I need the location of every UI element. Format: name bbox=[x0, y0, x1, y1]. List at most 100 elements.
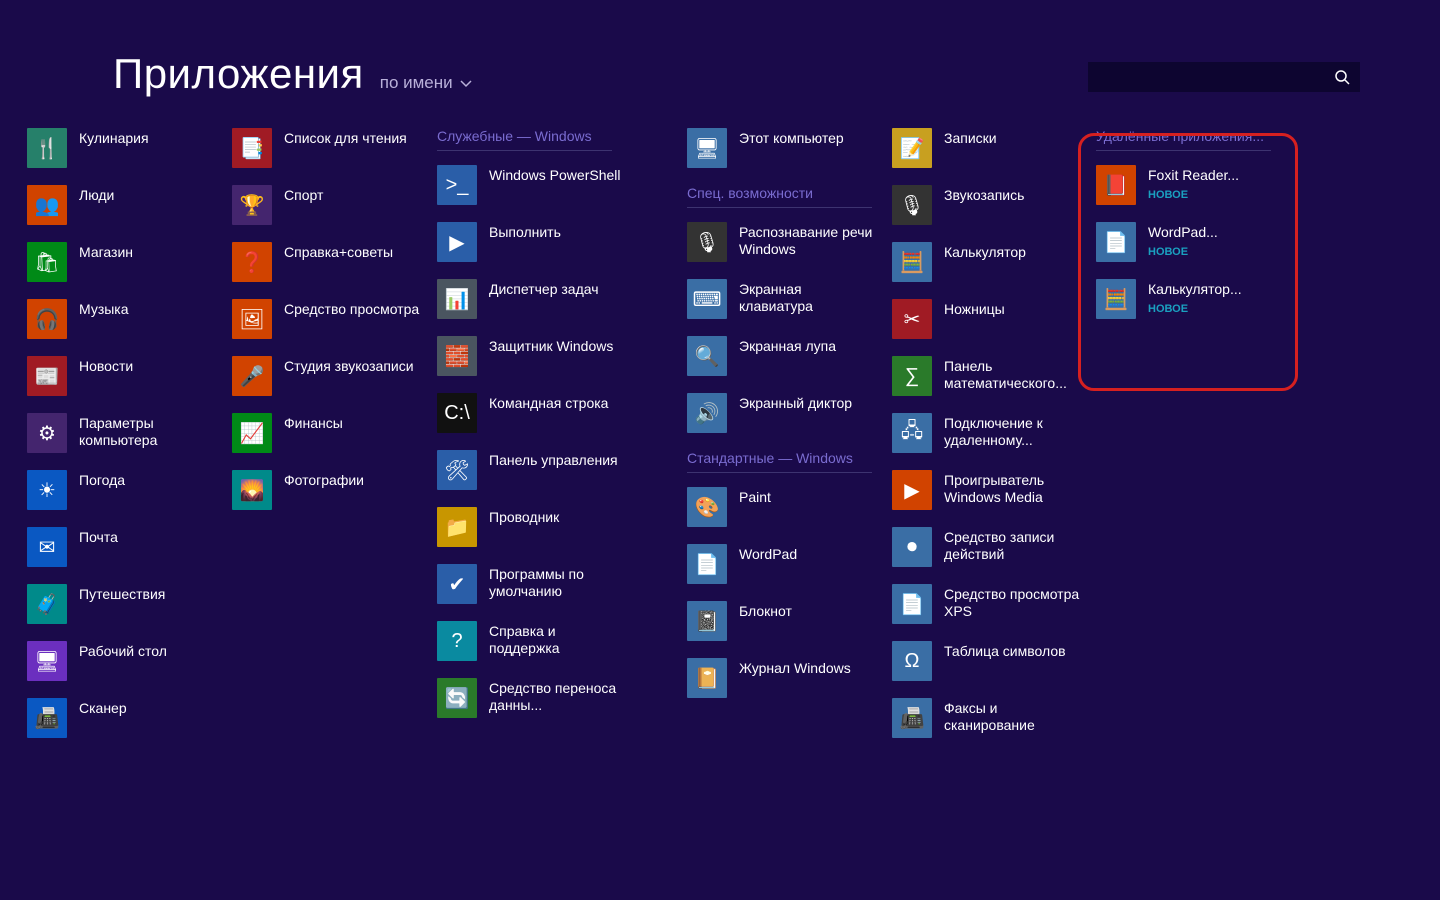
app-tile[interactable]: ✉Почта bbox=[27, 527, 232, 584]
app-tile[interactable]: ∑Панель математического... bbox=[892, 356, 1092, 413]
app-label: Таблица символов bbox=[944, 643, 1066, 660]
app-label: Путешествия bbox=[79, 586, 165, 603]
app-icon: 🖥 bbox=[687, 128, 727, 168]
app-icon: 📠 bbox=[892, 698, 932, 738]
app-label: Звукозапись bbox=[944, 187, 1024, 204]
search-input[interactable] bbox=[1088, 62, 1360, 92]
app-tile[interactable]: 🧱Защитник Windows bbox=[437, 336, 687, 393]
app-icon: 🖥 bbox=[27, 641, 67, 681]
app-tile[interactable]: 🍴 Кулинария bbox=[27, 128, 232, 185]
app-label: Панель управления bbox=[489, 452, 618, 469]
app-tile[interactable]: ❓Справка+советы bbox=[232, 242, 437, 299]
app-tile[interactable]: ▶Проигрыватель Windows Media bbox=[892, 470, 1092, 527]
app-tile[interactable]: 🧳Путешествия bbox=[27, 584, 232, 641]
app-icon: 🎨 bbox=[687, 487, 727, 527]
app-tile[interactable]: 📈Финансы bbox=[232, 413, 437, 470]
app-tile[interactable]: 🛠 Панель управления bbox=[437, 450, 687, 507]
app-tile[interactable]: 📠 Факсы и сканирование bbox=[892, 698, 1092, 755]
app-icon: 📝 bbox=[892, 128, 932, 168]
app-icon: ∑ bbox=[892, 356, 932, 396]
app-icon: 🎙 bbox=[892, 185, 932, 225]
app-icon: 📊 bbox=[437, 279, 477, 319]
app-tile[interactable]: 🎧 Музыка bbox=[27, 299, 232, 356]
app-tile[interactable]: 🖼Средство просмотра bbox=[232, 299, 437, 356]
app-tile[interactable]: 👥Люди bbox=[27, 185, 232, 242]
app-label: Этот компьютер bbox=[739, 130, 844, 147]
app-label: Блокнот bbox=[739, 603, 792, 620]
app-tile[interactable]: 🔊Экранный диктор bbox=[687, 393, 892, 450]
app-label: Музыка bbox=[79, 301, 129, 318]
app-tile[interactable]: ⚙Параметры компьютера bbox=[27, 413, 232, 470]
app-tile[interactable]: 🖥 Этот компьютер bbox=[687, 128, 892, 185]
group-header-system: Служебные — Windows bbox=[437, 128, 612, 151]
app-tile[interactable]: ⌨Экранная клавиатура bbox=[687, 279, 892, 336]
app-tile[interactable]: ? Справка и поддержка bbox=[437, 621, 687, 678]
app-tile[interactable]: 🔄Средство переноса данны... bbox=[437, 678, 687, 735]
app-label: Факсы и сканирование bbox=[944, 700, 1084, 734]
app-tile[interactable]: 🛍Магазин bbox=[27, 242, 232, 299]
app-tile[interactable]: 🔍Экранная лупа bbox=[687, 336, 892, 393]
app-icon: 🔊 bbox=[687, 393, 727, 433]
app-tile[interactable]: 📑Список для чтения bbox=[232, 128, 437, 185]
app-label: Почта bbox=[79, 529, 118, 546]
app-label: Фотографии bbox=[284, 472, 364, 489]
app-tile[interactable]: 📝Записки bbox=[892, 128, 1092, 185]
app-tile[interactable]: 📁Проводник bbox=[437, 507, 687, 564]
app-tile[interactable]: 🎙 Звукозапись bbox=[892, 185, 1092, 242]
app-icon: ⚙ bbox=[27, 413, 67, 453]
app-label: Командная строка bbox=[489, 395, 608, 412]
app-label: Проигрыватель Windows Media bbox=[944, 472, 1084, 506]
app-tile[interactable]: 🌄Фотографии bbox=[232, 470, 437, 527]
app-tile[interactable]: Ω Таблица символов bbox=[892, 641, 1092, 698]
app-icon: 📰 bbox=[27, 356, 67, 396]
highlight-box bbox=[1078, 133, 1298, 391]
app-icon: ▶ bbox=[437, 222, 477, 262]
app-icon: 📔 bbox=[687, 658, 727, 698]
app-label: Средство просмотра bbox=[284, 301, 419, 318]
app-label: Диспетчер задач bbox=[489, 281, 599, 298]
app-label: Справка и поддержка bbox=[489, 623, 629, 657]
app-tile[interactable]: 🖧Подключение к удаленному... bbox=[892, 413, 1092, 470]
app-label: Студия звукозаписи bbox=[284, 358, 414, 375]
app-tile[interactable]: >_Windows PowerShell bbox=[437, 165, 687, 222]
app-icon: 📁 bbox=[437, 507, 477, 547]
app-icon: ✔ bbox=[437, 564, 477, 604]
app-icon: 🖧 bbox=[892, 413, 932, 453]
app-tile[interactable]: ✔ Программы по умолчанию bbox=[437, 564, 687, 621]
app-tile[interactable]: ⏺Средство записи действий bbox=[892, 527, 1092, 584]
app-icon: 🎧 bbox=[27, 299, 67, 339]
app-label: Программы по умолчанию bbox=[489, 566, 629, 600]
app-label: Защитник Windows bbox=[489, 338, 613, 355]
app-icon: 🛍 bbox=[27, 242, 67, 282]
app-tile[interactable]: 🎨Paint bbox=[687, 487, 892, 544]
app-tile[interactable]: ✂Ножницы bbox=[892, 299, 1092, 356]
app-tile[interactable]: 🎙Распознавание речи Windows bbox=[687, 222, 892, 279]
app-icon: 🍴 bbox=[27, 128, 67, 168]
app-label: Сканер bbox=[79, 700, 127, 717]
app-tile[interactable]: 🧮Калькулятор bbox=[892, 242, 1092, 299]
app-tile[interactable]: 📊 Диспетчер задач bbox=[437, 279, 687, 336]
app-tile[interactable]: 📄Средство просмотра XPS bbox=[892, 584, 1092, 641]
app-tile[interactable]: C:\Командная строка bbox=[437, 393, 687, 450]
app-icon: ? bbox=[437, 621, 477, 661]
app-tile[interactable]: 📰Новости bbox=[27, 356, 232, 413]
app-label: Экранная клавиатура bbox=[739, 281, 879, 315]
app-tile[interactable]: ▶Выполнить bbox=[437, 222, 687, 279]
app-tile[interactable]: 📄WordPad bbox=[687, 544, 892, 601]
app-tile[interactable]: 📔Журнал Windows bbox=[687, 658, 892, 715]
app-label: Погода bbox=[79, 472, 125, 489]
app-icon: 🛠 bbox=[437, 450, 477, 490]
app-label: Люди bbox=[79, 187, 114, 204]
chevron-down-icon bbox=[459, 76, 473, 90]
app-tile[interactable]: ☀Погода bbox=[27, 470, 232, 527]
app-icon: Ω bbox=[892, 641, 932, 681]
app-tile[interactable]: 🖥Рабочий стол bbox=[27, 641, 232, 698]
app-label: Средство переноса данны... bbox=[489, 680, 629, 714]
app-tile[interactable]: 📠Сканер bbox=[27, 698, 232, 755]
sort-dropdown[interactable]: по имени bbox=[380, 73, 473, 93]
app-tile[interactable]: 🏆Спорт bbox=[232, 185, 437, 242]
page-title: Приложения bbox=[113, 50, 364, 98]
app-label: Кулинария bbox=[79, 130, 149, 147]
app-tile[interactable]: 📓Блокнот bbox=[687, 601, 892, 658]
app-tile[interactable]: 🎤Студия звукозаписи bbox=[232, 356, 437, 413]
